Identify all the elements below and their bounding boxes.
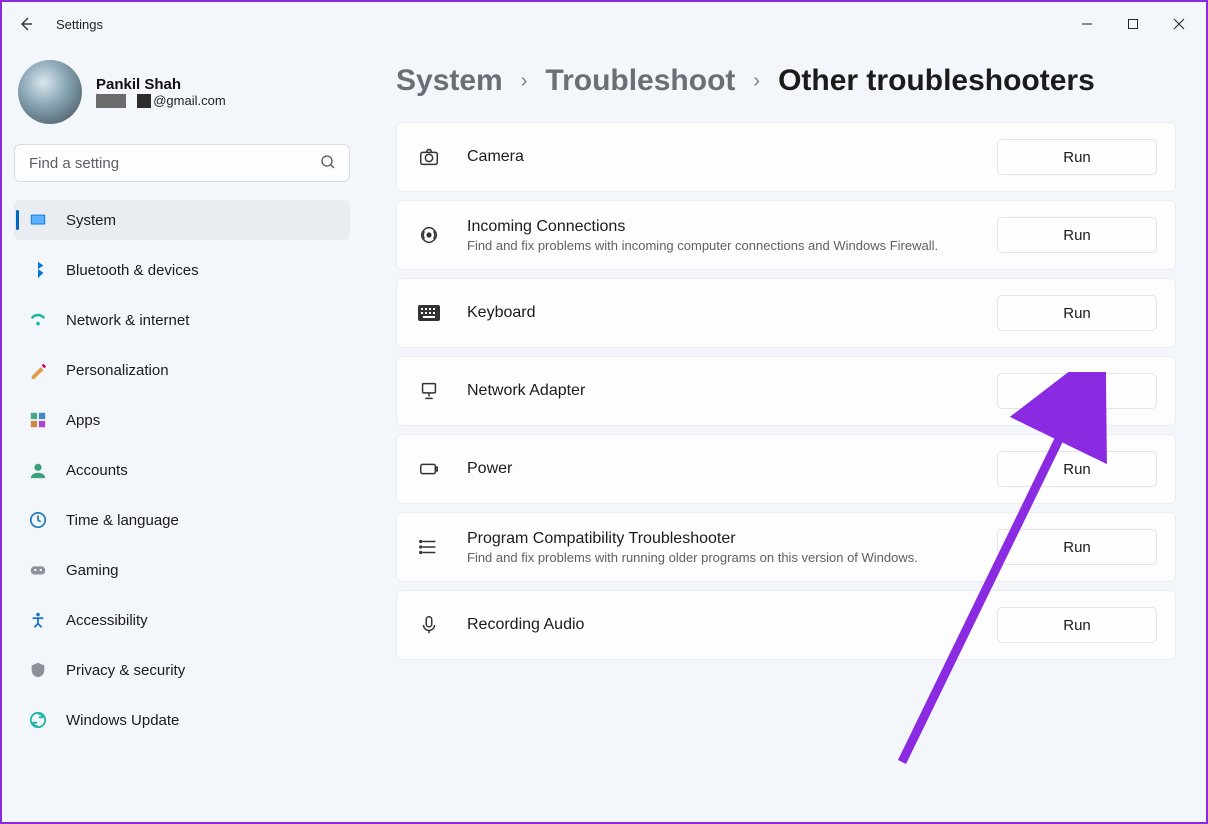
run-button[interactable]: Run xyxy=(997,607,1157,643)
sidebar-item-label: Privacy & security xyxy=(66,662,185,679)
troubleshooter-title: Power xyxy=(467,460,973,478)
breadcrumb-troubleshoot[interactable]: Troubleshoot xyxy=(545,64,735,98)
accessibility-icon xyxy=(28,610,48,630)
apps-icon xyxy=(28,410,48,430)
sidebar-item-label: Personalization xyxy=(66,362,169,379)
avatar xyxy=(18,60,82,124)
privacy-icon xyxy=(28,660,48,680)
troubleshooter-title: Recording Audio xyxy=(467,616,973,634)
arrow-left-icon xyxy=(18,16,34,32)
search-wrap xyxy=(14,144,350,182)
power-icon xyxy=(415,458,443,480)
maximize-icon xyxy=(1127,18,1139,30)
netadapter-icon xyxy=(415,380,443,402)
profile-email: @gmail.com xyxy=(96,93,226,108)
breadcrumb-system[interactable]: System xyxy=(396,64,503,98)
sidebar-item-label: Time & language xyxy=(66,512,179,529)
sidebar-item-bluetooth[interactable]: Bluetooth & devices xyxy=(14,250,350,290)
sidebar-item-network[interactable]: Network & internet xyxy=(14,300,350,340)
main-content: System › Troubleshoot › Other troublesho… xyxy=(362,46,1206,822)
profile-block[interactable]: Pankil Shah @gmail.com xyxy=(14,56,350,142)
troubleshooter-row: Keyboard Run xyxy=(396,278,1176,348)
run-button[interactable]: Run xyxy=(997,295,1157,331)
sidebar: Pankil Shah @gmail.com System Bluetooth &… xyxy=(2,46,362,822)
sidebar-item-label: Apps xyxy=(66,412,100,429)
mic-icon xyxy=(415,614,443,636)
run-button[interactable]: Run xyxy=(997,373,1157,409)
sidebar-item-personalization[interactable]: Personalization xyxy=(14,350,350,390)
close-icon xyxy=(1173,18,1185,30)
accounts-icon xyxy=(28,460,48,480)
minimize-button[interactable] xyxy=(1064,8,1110,40)
sidebar-item-apps[interactable]: Apps xyxy=(14,400,350,440)
maximize-button[interactable] xyxy=(1110,8,1156,40)
sidebar-item-accessibility[interactable]: Accessibility xyxy=(14,600,350,640)
run-button[interactable]: Run xyxy=(997,217,1157,253)
troubleshooter-row: Camera Run xyxy=(396,122,1176,192)
troubleshooter-title: Network Adapter xyxy=(467,382,973,400)
title-bar: Settings xyxy=(2,2,1206,46)
troubleshooter-title: Incoming Connections xyxy=(467,218,973,236)
troubleshooter-row: Network Adapter Run xyxy=(396,356,1176,426)
sidebar-item-update[interactable]: Windows Update xyxy=(14,700,350,740)
sidebar-item-accounts[interactable]: Accounts xyxy=(14,450,350,490)
troubleshooter-title: Keyboard xyxy=(467,304,973,322)
time-icon xyxy=(28,510,48,530)
close-button[interactable] xyxy=(1156,8,1202,40)
sidebar-item-label: Windows Update xyxy=(66,712,179,729)
back-button[interactable] xyxy=(6,4,46,44)
camera-icon xyxy=(415,146,443,168)
sidebar-item-gaming[interactable]: Gaming xyxy=(14,550,350,590)
sidebar-item-label: Bluetooth & devices xyxy=(66,262,199,279)
sidebar-item-label: Accessibility xyxy=(66,612,148,629)
troubleshooter-list: Camera Run Incoming Connections Find and… xyxy=(396,122,1176,660)
profile-name: Pankil Shah xyxy=(96,76,226,93)
minimize-icon xyxy=(1081,18,1093,30)
breadcrumb: System › Troubleshoot › Other troublesho… xyxy=(396,64,1176,98)
run-button[interactable]: Run xyxy=(997,451,1157,487)
sidebar-item-label: Gaming xyxy=(66,562,119,579)
system-icon xyxy=(28,210,48,230)
personalization-icon xyxy=(28,360,48,380)
troubleshooter-desc: Find and fix problems with incoming comp… xyxy=(467,238,973,253)
window-title: Settings xyxy=(56,17,103,32)
troubleshooter-title: Program Compatibility Troubleshooter xyxy=(467,530,973,548)
window-controls xyxy=(1064,8,1202,40)
sidebar-item-privacy[interactable]: Privacy & security xyxy=(14,650,350,690)
chevron-right-icon: › xyxy=(521,70,528,93)
troubleshooter-row: Incoming Connections Find and fix proble… xyxy=(396,200,1176,270)
breadcrumb-current: Other troubleshooters xyxy=(778,64,1095,98)
sidebar-item-label: Accounts xyxy=(66,462,128,479)
gaming-icon xyxy=(28,560,48,580)
search-icon xyxy=(320,154,336,175)
update-icon xyxy=(28,710,48,730)
run-button[interactable]: Run xyxy=(997,139,1157,175)
nav-list: System Bluetooth & devices Network & inter… xyxy=(14,200,350,750)
troubleshooter-title: Camera xyxy=(467,148,973,166)
compat-icon xyxy=(415,536,443,558)
network-icon xyxy=(28,310,48,330)
chevron-right-icon: › xyxy=(753,70,760,93)
troubleshooter-row: Power Run xyxy=(396,434,1176,504)
sidebar-item-time[interactable]: Time & language xyxy=(14,500,350,540)
sidebar-item-label: Network & internet xyxy=(66,312,189,329)
search-input[interactable] xyxy=(14,144,350,182)
troubleshooter-desc: Find and fix problems with running older… xyxy=(467,550,973,565)
troubleshooter-row: Program Compatibility Troubleshooter Fin… xyxy=(396,512,1176,582)
keyboard-icon xyxy=(415,304,443,322)
bluetooth-icon xyxy=(28,260,48,280)
sidebar-item-system[interactable]: System xyxy=(14,200,350,240)
troubleshooter-row: Recording Audio Run xyxy=(396,590,1176,660)
incoming-icon xyxy=(415,224,443,246)
run-button[interactable]: Run xyxy=(997,529,1157,565)
sidebar-item-label: System xyxy=(66,212,116,229)
